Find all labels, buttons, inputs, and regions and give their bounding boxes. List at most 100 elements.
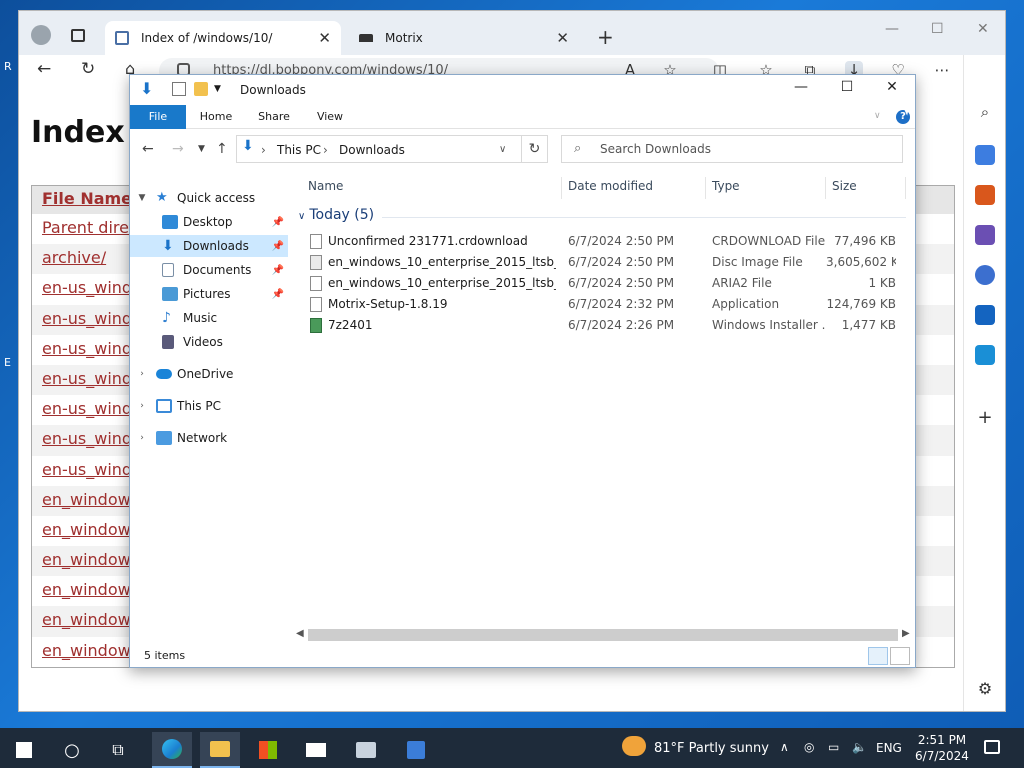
sidebar-item-desktop[interactable]: Desktop 📌 xyxy=(130,211,288,233)
file-row[interactable]: en_windows_10_enterprise_2015_ltsb_x64..… xyxy=(292,252,906,273)
explorer-address-bar[interactable]: ⬇ › This PC › Downloads ∨ xyxy=(236,135,522,163)
sidebar-item-this-pc[interactable]: › This PC xyxy=(130,395,288,417)
up-arrow-icon[interactable]: ↑ xyxy=(216,141,228,157)
app-taskbar-icon[interactable] xyxy=(346,732,386,768)
refresh-icon[interactable]: ↻ xyxy=(81,59,95,79)
sidebar-item-music[interactable]: ♪ Music xyxy=(130,307,288,329)
mail-taskbar-icon[interactable] xyxy=(296,732,336,768)
outlook-icon[interactable] xyxy=(975,305,995,325)
nav-quick-access[interactable]: ▼ ★ Quick access xyxy=(130,187,288,209)
pin-icon[interactable]: 📌 xyxy=(272,241,284,252)
tab-share[interactable]: Share xyxy=(246,105,302,129)
horizontal-scrollbar[interactable]: ◀ ▶ xyxy=(292,627,915,643)
start-windows-icon[interactable] xyxy=(4,732,44,768)
column-type[interactable]: Type xyxy=(706,177,826,199)
scrollbar-thumb[interactable] xyxy=(308,629,898,641)
details-view-icon[interactable] xyxy=(868,647,888,665)
installer-taskbar-icon[interactable] xyxy=(396,732,436,768)
tab-motrix[interactable]: Motrix ✕ xyxy=(349,21,579,55)
language-indicator[interactable]: ENG xyxy=(876,741,902,755)
sidebar-item-documents[interactable]: Documents 📌 xyxy=(130,259,288,281)
large-icons-view-icon[interactable] xyxy=(890,647,910,665)
properties-icon[interactable] xyxy=(172,82,186,96)
back-arrow-icon[interactable]: ← xyxy=(142,141,154,157)
notifications-icon[interactable] xyxy=(984,740,1000,754)
task-view-icon[interactable]: ⧉ xyxy=(98,732,138,768)
search-icon[interactable]: ⌕ xyxy=(975,103,995,123)
column-date-modified[interactable]: Date modified xyxy=(562,177,706,199)
send-icon[interactable] xyxy=(975,345,995,365)
tab-home[interactable]: Home xyxy=(188,105,244,129)
file-row[interactable]: Unconfirmed 231771.crdownload 6/7/2024 2… xyxy=(292,231,906,252)
customize-quick-access-chevron-icon[interactable]: ▼ xyxy=(214,84,228,98)
weather-text[interactable]: 81°F Partly sunny xyxy=(654,741,769,756)
column-name[interactable]: Name xyxy=(302,177,562,199)
sidebar-item-downloads[interactable]: ⬇ Downloads 📌 xyxy=(130,235,288,257)
add-plus-icon[interactable]: + xyxy=(975,407,995,428)
file-explorer-taskbar-icon[interactable] xyxy=(200,732,240,768)
settings-gear-icon[interactable]: ⚙ xyxy=(975,679,995,699)
expand-ribbon-chevron-icon[interactable]: ∨ xyxy=(874,111,881,121)
minimize-button[interactable]: — xyxy=(778,79,824,101)
file-name-column-header[interactable]: File Name xyxy=(42,189,132,208)
scroll-right-arrow-icon[interactable]: ▶ xyxy=(902,628,910,639)
show-hidden-icons-chevron-icon[interactable]: ∧ xyxy=(780,740,789,754)
sidebar-item-network[interactable]: › Network xyxy=(130,427,288,449)
file-row[interactable]: 7z2401 6/7/2024 2:26 PM Windows Installe… xyxy=(292,315,906,336)
tab-close-icon[interactable]: ✕ xyxy=(556,29,569,47)
sidebar-item-pictures[interactable]: Pictures 📌 xyxy=(130,283,288,305)
tab-index-of-windows[interactable]: Index of /windows/10/ ✕ xyxy=(105,21,341,55)
maximize-button[interactable]: ☐ xyxy=(931,21,944,37)
group-header-today[interactable]: ∨ Today (5) xyxy=(298,207,374,223)
edge-taskbar-icon[interactable] xyxy=(152,732,192,768)
address-dropdown-chevron-icon[interactable]: ∨ xyxy=(499,144,506,155)
minimize-button[interactable]: — xyxy=(885,21,899,37)
weather-icon[interactable] xyxy=(622,736,646,756)
file-row[interactable]: Motrix-Setup-1.8.19 6/7/2024 2:32 PM App… xyxy=(292,294,906,315)
tools-icon[interactable] xyxy=(975,185,995,205)
collapsed-chevron-icon[interactable]: › xyxy=(136,433,148,443)
search-box[interactable]: ⌕ xyxy=(561,135,903,163)
sidebar-item-videos[interactable]: Videos xyxy=(130,331,288,353)
group-collapse-chevron-icon[interactable]: ∨ xyxy=(298,211,305,222)
profile-avatar[interactable] xyxy=(31,25,51,45)
maximize-button[interactable]: ☐ xyxy=(824,79,870,101)
store-taskbar-icon[interactable] xyxy=(248,732,288,768)
back-arrow-icon[interactable]: ← xyxy=(37,59,51,79)
network-tray-icon[interactable]: ▭ xyxy=(828,740,839,754)
scroll-left-arrow-icon[interactable]: ◀ xyxy=(296,628,304,639)
games-icon[interactable] xyxy=(975,225,995,245)
new-folder-icon[interactable] xyxy=(194,82,208,96)
search-input[interactable] xyxy=(600,137,896,161)
refresh-button[interactable]: ↻ xyxy=(522,135,548,163)
tab-close-icon[interactable]: ✕ xyxy=(318,29,331,47)
recent-locations-chevron-icon[interactable]: ▼ xyxy=(198,144,205,154)
close-button[interactable]: ✕ xyxy=(869,79,915,101)
more-options-icon[interactable]: ⋯ xyxy=(933,61,951,79)
search-icon[interactable]: ○ xyxy=(52,732,92,768)
close-button[interactable]: ✕ xyxy=(977,21,989,37)
system-clock[interactable]: 2:51 PM 6/7/2024 xyxy=(912,732,972,764)
sidebar-item-onedrive[interactable]: › OneDrive xyxy=(130,363,288,385)
column-size[interactable]: Size xyxy=(826,177,906,199)
device-icon[interactable]: ◎ xyxy=(804,740,814,754)
forward-arrow-icon[interactable]: → xyxy=(172,141,184,157)
workspaces-icon[interactable] xyxy=(71,29,85,42)
tab-file[interactable]: File xyxy=(130,105,186,129)
pin-icon[interactable]: 📌 xyxy=(272,289,284,300)
expanded-chevron-icon[interactable]: ▼ xyxy=(136,193,148,203)
tab-view[interactable]: View xyxy=(302,105,358,129)
collapsed-chevron-icon[interactable]: › xyxy=(136,401,148,411)
breadcrumb-downloads[interactable]: Downloads xyxy=(339,143,405,157)
collapsed-chevron-icon[interactable]: › xyxy=(136,369,148,379)
file-row[interactable]: en_windows_10_enterprise_2015_ltsb_x64..… xyxy=(292,273,906,294)
breadcrumb-separator-icon[interactable]: › xyxy=(323,143,328,157)
new-tab-plus-icon[interactable]: + xyxy=(597,25,614,49)
pin-icon[interactable]: 📌 xyxy=(272,217,284,228)
shopping-icon[interactable] xyxy=(975,145,995,165)
breadcrumb-this-pc[interactable]: This PC xyxy=(277,143,321,157)
pin-icon[interactable]: 📌 xyxy=(272,265,284,276)
breadcrumb-separator-icon[interactable]: › xyxy=(261,143,266,157)
volume-muted-icon[interactable]: 🔈 xyxy=(852,740,867,754)
microsoft-365-icon[interactable] xyxy=(975,265,995,285)
